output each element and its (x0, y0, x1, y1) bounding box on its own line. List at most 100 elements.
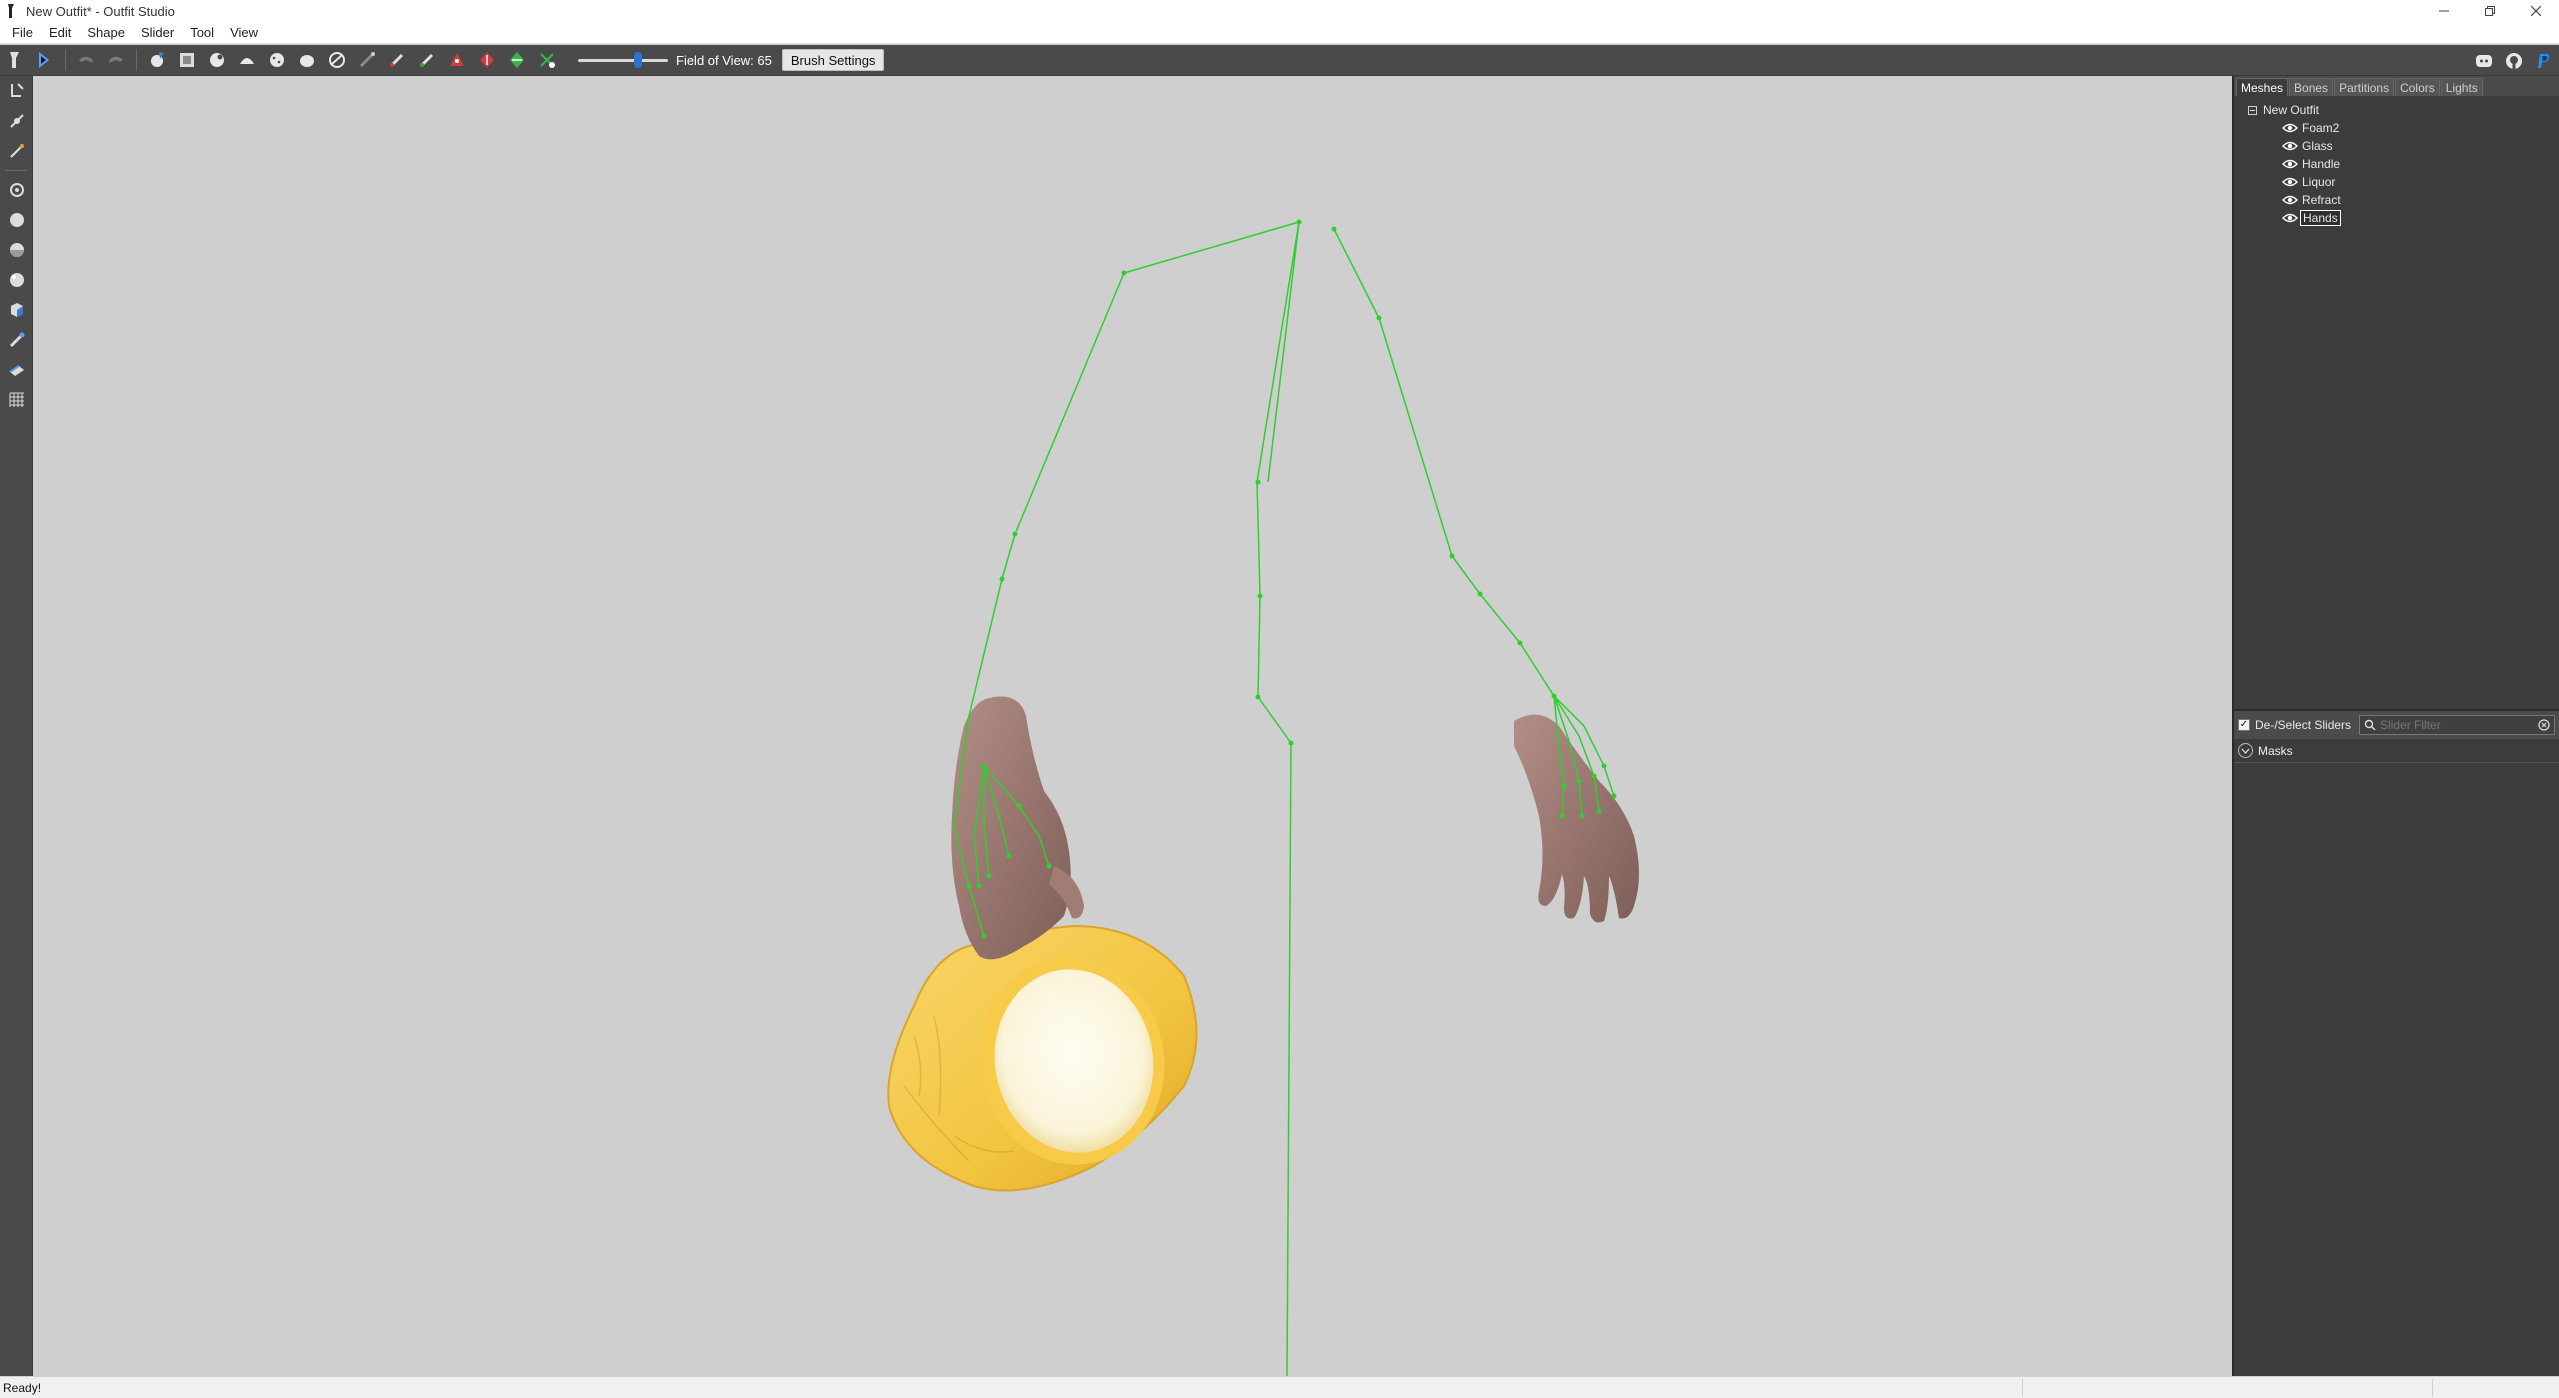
close-button[interactable] (2513, 0, 2559, 22)
transform-icon (39, 52, 49, 68)
mesh-tree: New Outfit Foam2 Glass Handle Liquor Ref… (2234, 96, 2559, 709)
field-of-view-slider[interactable] (578, 47, 668, 73)
left-transform-button[interactable] (0, 106, 33, 136)
discord-button[interactable] (2469, 47, 2499, 74)
visibility-eye-icon[interactable] (2282, 212, 2298, 224)
slider-track (578, 59, 668, 62)
select-tool-button[interactable] (1, 47, 29, 73)
beer-mug (887, 924, 1198, 1192)
discord-icon (2476, 54, 2492, 67)
move-brush-button[interactable] (233, 47, 261, 73)
inflate-brush-button[interactable] (173, 47, 201, 73)
left-bones-button[interactable] (0, 325, 33, 355)
slider-thumb[interactable] (634, 52, 642, 68)
brush-settings-button[interactable]: Brush Settings (781, 49, 885, 71)
mesh-item-label: Liquor (2302, 175, 2336, 189)
flip-edge-button[interactable] (473, 47, 501, 73)
collapse-vertex-button[interactable] (443, 47, 471, 73)
tab-partitions[interactable]: Partitions (2334, 78, 2395, 96)
color-brush-icon (389, 53, 404, 68)
left-toolbar-separator (5, 170, 27, 171)
sphere-large-icon (9, 273, 24, 287)
left-sphere-large-button[interactable] (0, 265, 33, 295)
bones-icon (9, 332, 24, 348)
deselect-sliders-checkbox[interactable]: ✓ (2238, 719, 2250, 731)
visibility-eye-icon[interactable] (2282, 176, 2298, 188)
color-brush-button[interactable] (383, 47, 411, 73)
weight-brush-button[interactable] (353, 47, 381, 73)
github-button[interactable] (2499, 47, 2529, 74)
tab-lights[interactable]: Lights (2440, 78, 2483, 96)
window-controls (2421, 0, 2559, 22)
undo-button[interactable] (72, 47, 100, 73)
visibility-eye-icon[interactable] (2282, 122, 2298, 134)
paypal-button[interactable] (2529, 47, 2559, 74)
field-of-view-label: Field of View: 65 (676, 52, 772, 68)
weight-erase-button[interactable] (323, 47, 351, 73)
menu-shape[interactable]: Shape (79, 23, 133, 43)
inflate-brush-icon (180, 53, 194, 67)
delete-vertex-button[interactable] (533, 47, 561, 73)
menu-file[interactable]: File (4, 23, 41, 43)
restore-button[interactable] (2467, 0, 2513, 22)
minimize-icon (2439, 10, 2449, 12)
visibility-eye-icon[interactable] (2282, 140, 2298, 152)
slider-filter-input[interactable] (2376, 718, 2538, 732)
github-icon (2506, 52, 2522, 69)
masks-row[interactable]: Masks (2234, 739, 2559, 763)
mask-brush-button[interactable] (143, 47, 171, 73)
left-sphere-medium-button[interactable] (0, 235, 33, 265)
split-edge-button[interactable] (503, 47, 531, 73)
visibility-eye-icon[interactable] (2282, 194, 2298, 206)
status-bar: Ready! (0, 1376, 2559, 1398)
tab-meshes[interactable]: Meshes (2236, 78, 2289, 96)
skeleton-bones (953, 221, 1615, 1376)
alpha-brush-button[interactable] (413, 47, 441, 73)
left-select-button[interactable] (0, 76, 33, 106)
window-title: New Outfit* - Outfit Studio (26, 3, 175, 19)
mesh-item-hands[interactable]: Hands (2234, 209, 2559, 227)
deflate-brush-button[interactable] (203, 47, 231, 73)
tab-colors[interactable]: Colors (2395, 78, 2440, 96)
menu-bar: File Edit Shape Slider Tool View (0, 22, 2559, 44)
smooth-brush-button[interactable] (263, 47, 291, 73)
left-grid-button[interactable] (0, 385, 33, 415)
masks-label: Masks (2258, 743, 2293, 758)
left-wireframe-button[interactable] (0, 355, 33, 385)
mesh-item-handle[interactable]: Handle (2234, 155, 2559, 173)
mesh-item-glass[interactable]: Glass (2234, 137, 2559, 155)
tab-bones[interactable]: Bones (2289, 78, 2334, 96)
main-toolbar: Field of View: 65 Brush Settings (0, 45, 2559, 76)
collapse-toggle-icon[interactable] (2248, 105, 2257, 115)
left-sphere-small-button[interactable] (0, 205, 33, 235)
transform-tool-button[interactable] (31, 47, 59, 73)
collapse-vertex-icon (450, 53, 464, 66)
select-icon (10, 52, 19, 68)
menu-edit[interactable]: Edit (41, 23, 79, 43)
undiff-brush-button[interactable] (293, 47, 321, 73)
left-shaded-button[interactable] (0, 295, 33, 325)
mesh-item-refract[interactable]: Refract (2234, 191, 2559, 209)
minimize-button[interactable] (2421, 0, 2467, 22)
status-segment-divider (2022, 1379, 2023, 1397)
social-icons (2469, 47, 2559, 74)
menu-view[interactable]: View (222, 23, 266, 43)
left-pivot-button[interactable] (0, 136, 33, 166)
3d-viewport[interactable] (34, 76, 2230, 1376)
mesh-item-foam2[interactable]: Foam2 (2234, 119, 2559, 137)
left-vertex-button[interactable] (0, 175, 33, 205)
redo-button[interactable] (102, 47, 130, 73)
masks-expand-toggle[interactable] (2238, 743, 2253, 758)
menu-slider[interactable]: Slider (133, 23, 182, 43)
grid-icon (9, 392, 24, 407)
tree-root-item[interactable]: New Outfit (2234, 101, 2559, 119)
visibility-eye-icon[interactable] (2282, 158, 2298, 170)
mesh-item-liquor[interactable]: Liquor (2234, 173, 2559, 191)
undiff-brush-icon (300, 55, 314, 67)
mesh-item-label: Foam2 (2302, 121, 2340, 135)
deflate-brush-icon (210, 53, 224, 67)
clear-filter-icon[interactable] (2538, 719, 2550, 731)
restore-icon (2485, 6, 2495, 16)
menu-tool[interactable]: Tool (182, 23, 222, 43)
undo-icon (79, 56, 93, 63)
